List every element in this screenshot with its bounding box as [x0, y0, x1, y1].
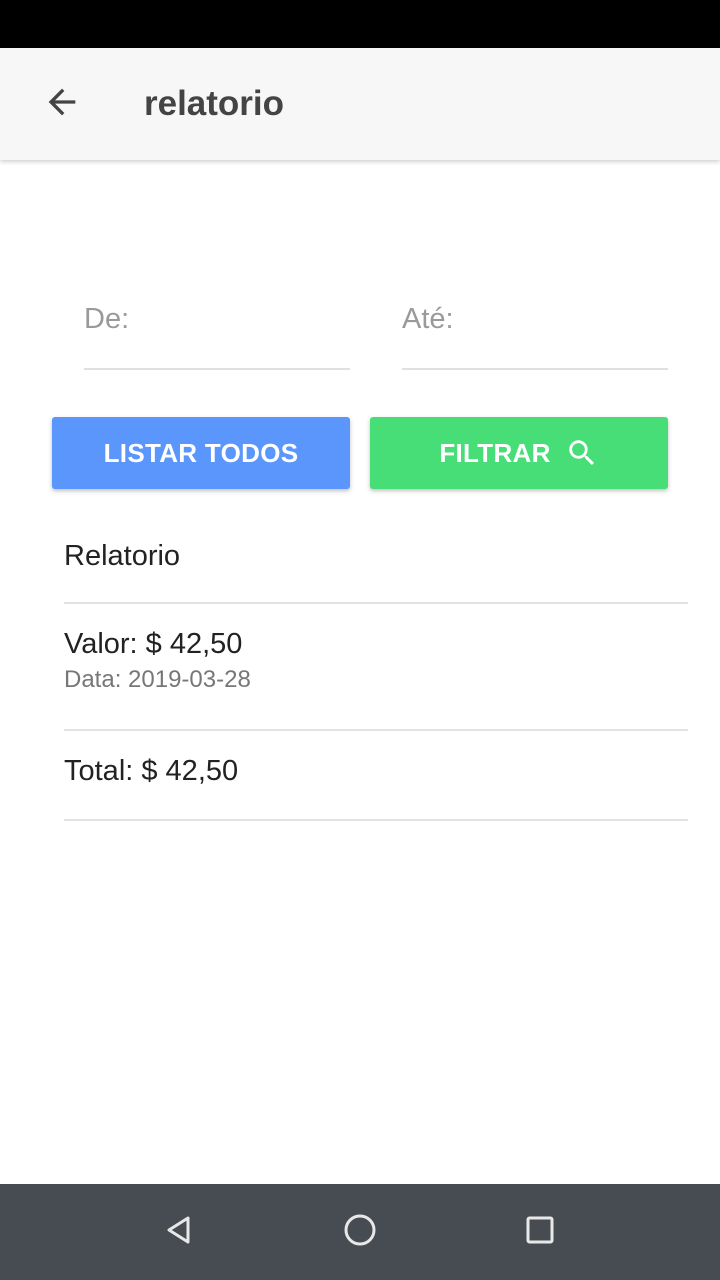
status-bar — [0, 0, 720, 48]
date-from-input[interactable] — [84, 282, 350, 344]
date-to-input[interactable] — [402, 282, 668, 344]
search-icon — [565, 436, 599, 470]
list-all-button[interactable]: LISTAR TODOS — [52, 417, 350, 489]
back-button[interactable] — [30, 72, 94, 136]
filter-label: FILTRAR — [439, 437, 551, 468]
report-list: Relatorio Valor: $ 42,50 Data: 2019-03-2… — [64, 510, 688, 821]
item-date: Data: 2019-03-28 — [64, 666, 251, 693]
system-nav-bar — [0, 1184, 720, 1280]
circle-home-icon — [343, 1213, 377, 1252]
date-from-field — [84, 282, 350, 370]
date-to-field — [402, 282, 668, 370]
triangle-back-icon — [164, 1214, 196, 1251]
nav-recents-button[interactable] — [512, 1204, 568, 1260]
square-recents-icon — [525, 1215, 555, 1250]
page-title: relatorio — [144, 84, 285, 123]
report-header: Relatorio — [64, 510, 688, 604]
list-item[interactable]: Valor: $ 42,50 Data: 2019-03-28 — [64, 604, 688, 731]
nav-home-button[interactable] — [332, 1204, 388, 1260]
nav-back-button[interactable] — [152, 1204, 208, 1260]
item-value: Valor: $ 42,50 — [64, 628, 243, 660]
report-total: Total: $ 42,50 — [64, 731, 688, 821]
filter-button[interactable]: FILTRAR — [370, 417, 668, 489]
arrow-back-icon — [42, 82, 82, 127]
list-all-label: LISTAR TODOS — [103, 437, 299, 468]
app-bar: relatorio — [0, 48, 720, 160]
